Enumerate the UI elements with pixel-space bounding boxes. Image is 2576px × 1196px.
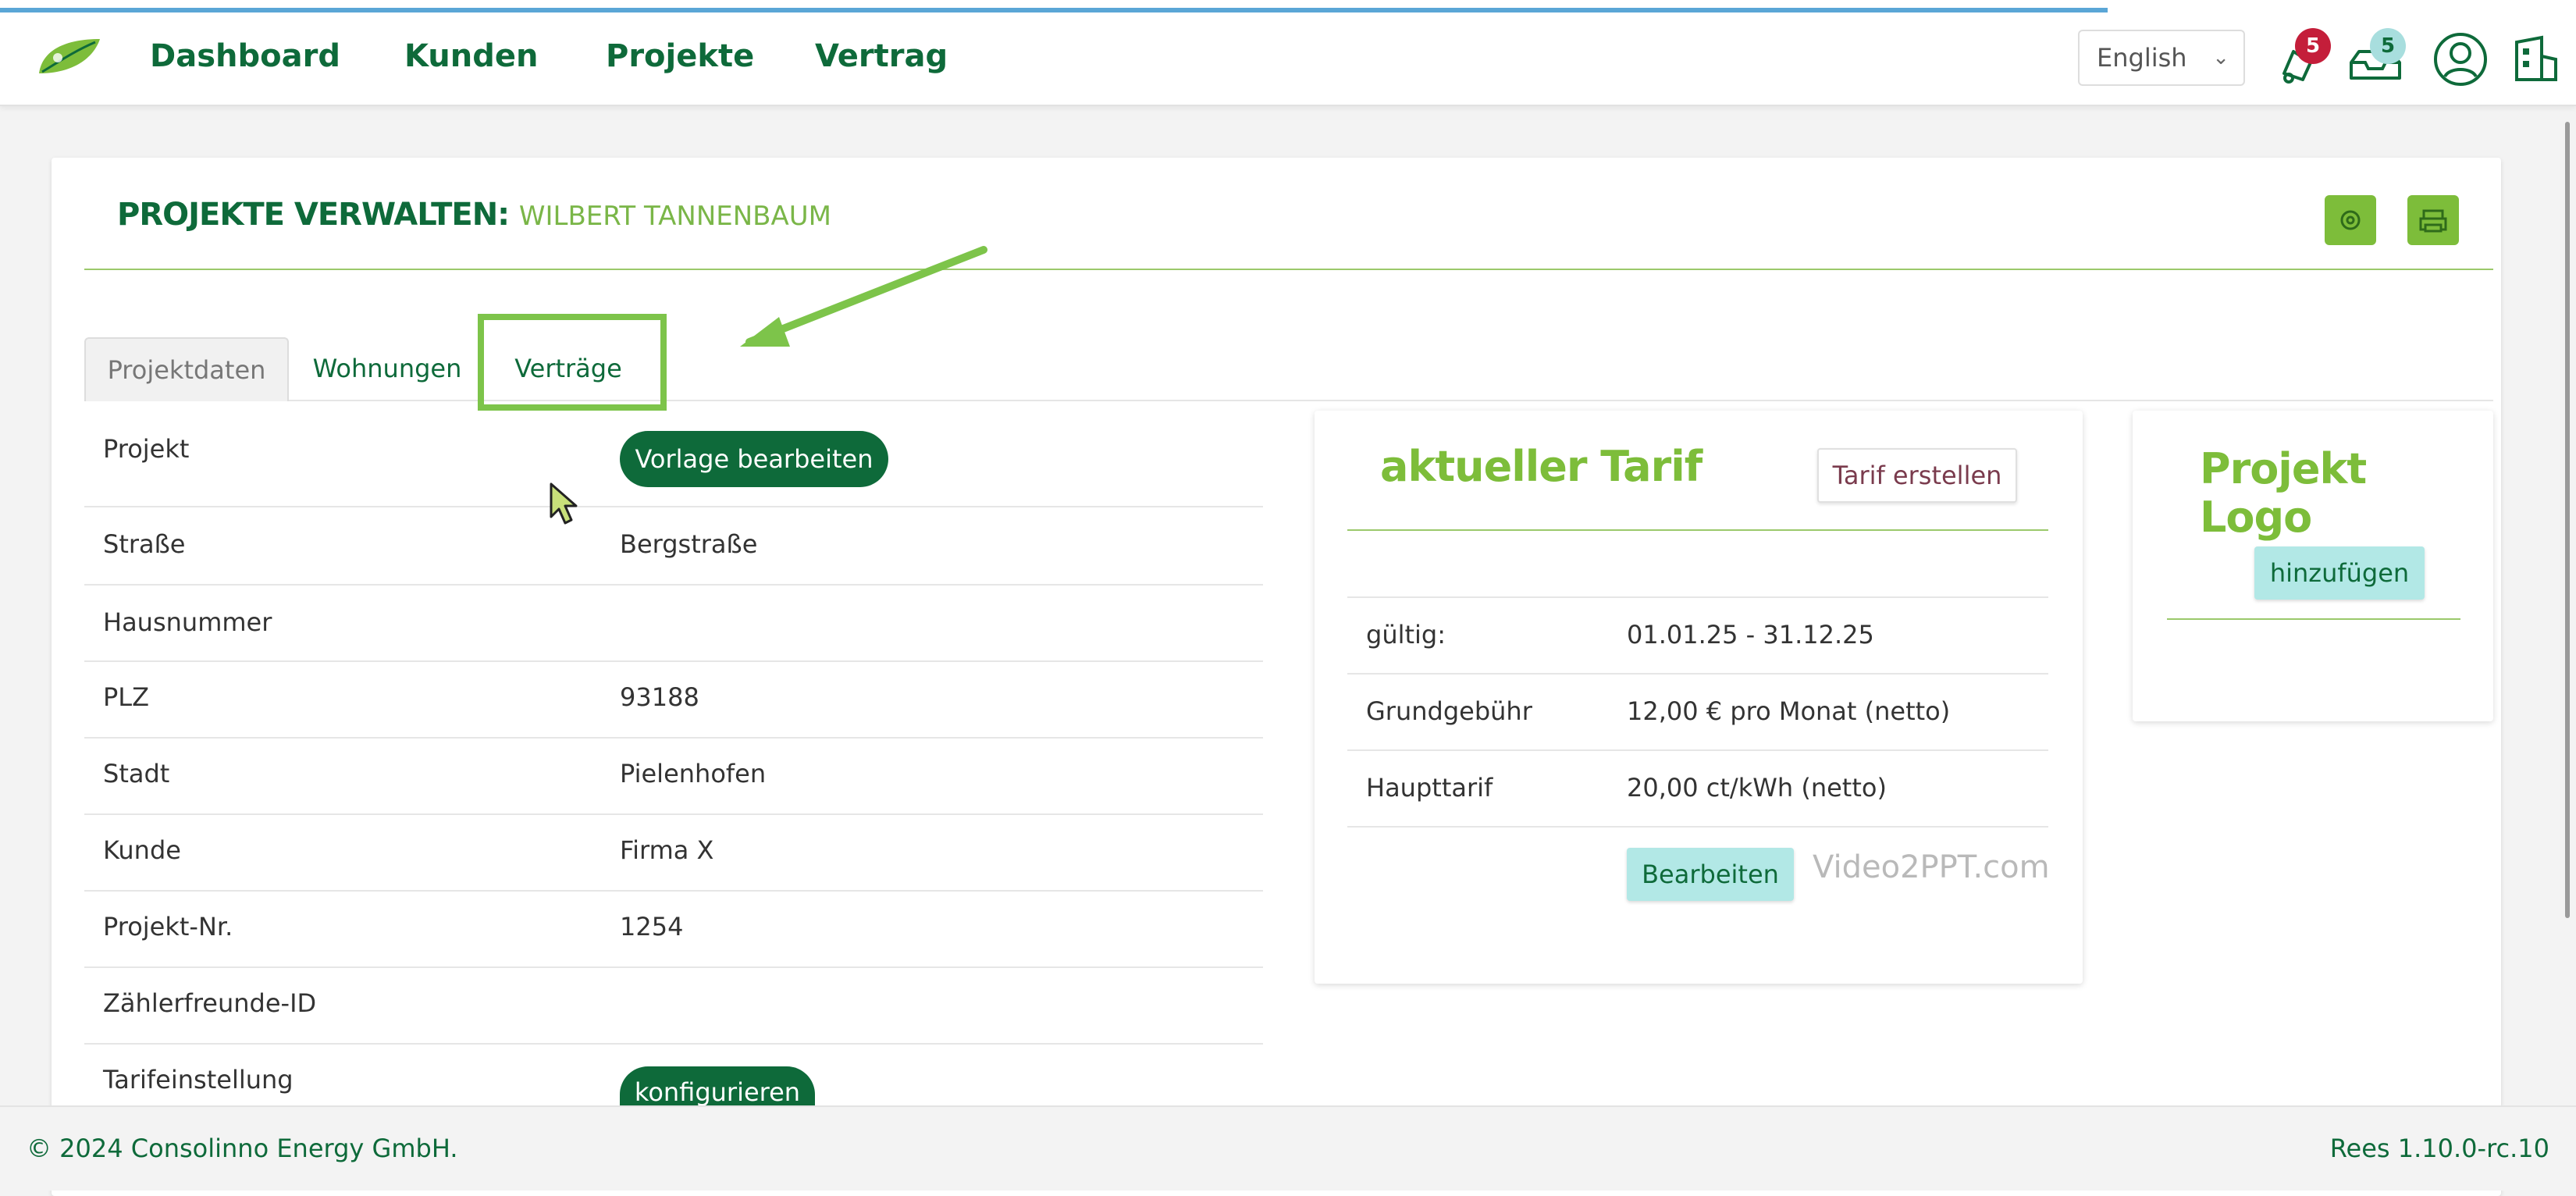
tarif-row-label: gültig: [1366, 620, 1446, 650]
table-row: Hausnummer [84, 586, 1263, 662]
table-row: Projekt-Nr. 1254 [84, 892, 1263, 968]
row-value: Pielenhofen [620, 759, 767, 788]
tarif-row: Haupttarif 20,00 ct/kWh (netto) [1347, 751, 2048, 828]
annotation-arrow-icon [740, 246, 987, 347]
nav-projekte[interactable]: Projekte [606, 34, 754, 78]
row-label: Kunde [103, 835, 181, 865]
table-row: Kunde Firma X [84, 815, 1263, 892]
konfigurieren-button[interactable]: konfigurieren [620, 1066, 815, 1105]
bearbeiten-button[interactable]: Bearbeiten [1627, 848, 1794, 901]
nav-vertrag[interactable]: Vertrag [815, 34, 948, 78]
row-label: Projekt [103, 434, 190, 464]
settings-button[interactable] [2325, 195, 2376, 245]
row-label: Straße [103, 529, 186, 559]
footer-version: Rees 1.10.0-rc.10 [2329, 1134, 2549, 1163]
tarif-row-label: Haupttarif [1366, 773, 1493, 803]
settings-icon [2340, 210, 2361, 230]
notifications-button[interactable]: 5 [2270, 28, 2332, 91]
nav-kunden[interactable]: Kunden [404, 34, 538, 78]
row-label: PLZ [103, 682, 150, 712]
chevron-down-icon: ⌄ [2212, 46, 2229, 69]
row-value: 93188 [620, 682, 699, 712]
tarif-row: Grundgebühr 12,00 € pro Monat (netto) [1347, 675, 2048, 751]
messages-button[interactable]: 5 [2343, 28, 2406, 91]
logo-heading-line2: Logo [2200, 493, 2312, 542]
print-icon [2419, 209, 2447, 233]
tarif-heading: aktueller Tarif [1380, 442, 1703, 491]
table-row: Straße Bergstraße [84, 507, 1263, 586]
tab-highlight-box [478, 314, 667, 411]
row-value: 1254 [620, 912, 684, 941]
page-title-bold: PROJEKTE VERWALTEN: [117, 197, 510, 233]
building-icon[interactable] [2504, 28, 2567, 91]
tabs-divider [84, 400, 2493, 401]
footer: © 2024 Consolinno Energy GmbH. Rees 1.10… [0, 1105, 2576, 1191]
tab-projektdaten[interactable]: Projektdaten [84, 337, 289, 401]
loading-progress-bar [0, 8, 2108, 12]
tarif-row-label: Grundgebühr [1366, 696, 1532, 726]
notifications-badge: 5 [2295, 28, 2331, 64]
tarif-divider [1347, 529, 2048, 531]
tab-wohnungen[interactable]: Wohnungen [301, 337, 473, 400]
messages-badge: 5 [2370, 28, 2406, 64]
tarif-row-value: 12,00 € pro Monat (netto) [1627, 696, 1951, 726]
hinzufuegen-button[interactable]: hinzufügen [2254, 546, 2425, 600]
table-row: PLZ 93188 [84, 662, 1263, 739]
watermark-text: Video2PPT.com [1813, 849, 2050, 885]
vorlage-bearbeiten-button[interactable]: Vorlage bearbeiten [620, 431, 888, 487]
print-button[interactable] [2407, 195, 2459, 245]
user-avatar-icon[interactable] [2429, 28, 2492, 91]
table-row: Zählerfreunde-ID [84, 968, 1263, 1045]
mouse-cursor-icon [550, 482, 578, 525]
row-label: Zählerfreunde-ID [103, 988, 317, 1018]
nav-dashboard[interactable]: Dashboard [150, 34, 340, 78]
language-select-value: English [2097, 43, 2187, 73]
row-label: Tarifeinstellung [103, 1065, 294, 1095]
page-title-customer: WILBERT TANNENBAUM [518, 201, 831, 232]
tarif-row-value: 20,00 ct/kWh (netto) [1627, 773, 1887, 803]
language-select[interactable]: English ⌄ [2078, 30, 2245, 86]
logo-heading-line1: Projekt [2200, 444, 2367, 493]
logo-heading: Projekt Logo [2200, 444, 2367, 542]
table-row: Stadt Pielenhofen [84, 739, 1263, 815]
page-title: PROJEKTE VERWALTEN: WILBERT TANNENBAUM [117, 197, 831, 233]
tarif-row: gültig: 01.01.25 - 31.12.25 [1347, 598, 2048, 675]
row-label: Hausnummer [103, 607, 272, 637]
row-label: Projekt-Nr. [103, 912, 233, 941]
tarif-row-value: 01.01.25 - 31.12.25 [1627, 620, 1874, 650]
footer-copyright: © 2024 Consolinno Energy GmbH. [27, 1134, 458, 1163]
top-navbar: Dashboard Kunden Projekte Vertrag Englis… [0, 0, 2576, 106]
leaf-logo-icon[interactable] [34, 34, 103, 78]
row-value: Firma X [620, 835, 714, 865]
row-value: Bergstraße [620, 529, 758, 559]
tarif-erstellen-button[interactable]: Tarif erstellen [1817, 448, 2017, 503]
vertical-scrollbar[interactable] [2565, 122, 2570, 918]
row-label: Stadt [103, 759, 170, 788]
logo-divider [2167, 618, 2460, 620]
title-divider [84, 269, 2493, 270]
